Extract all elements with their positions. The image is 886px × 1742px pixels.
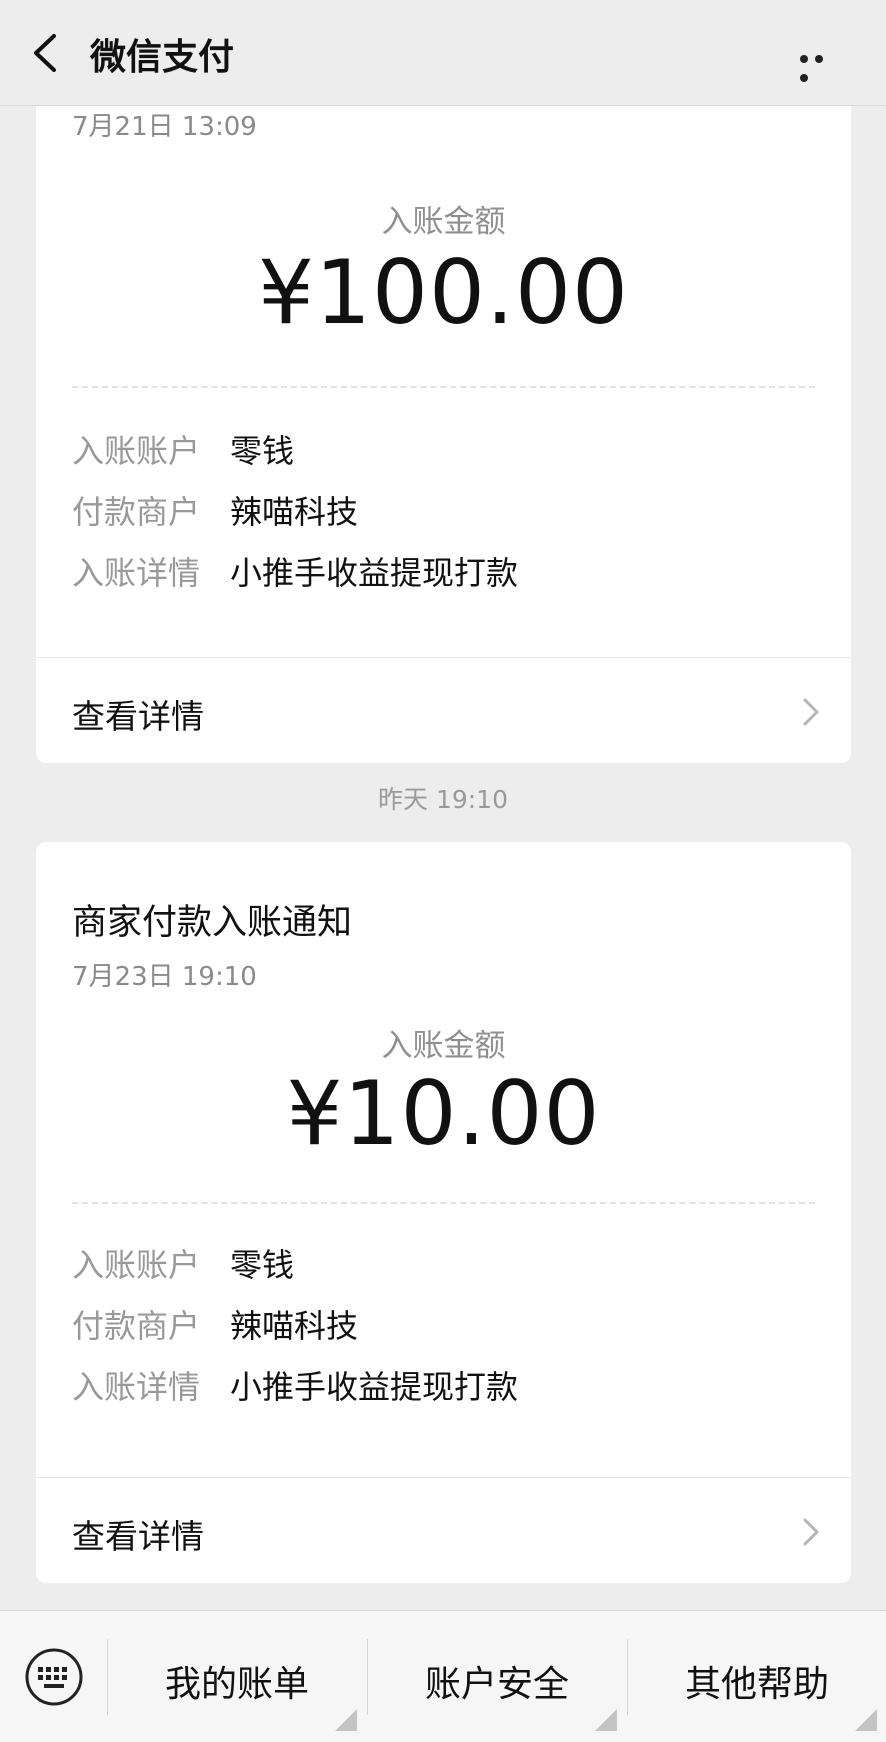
message-feed[interactable]: 7月21日 13:09 入账金额 ¥100.00 入账账户 零钱 付款商户 辣喵科技… (0, 106, 886, 1610)
submenu-indicator-icon (595, 1709, 617, 1731)
info-row: 付款商户 辣喵科技 (72, 1301, 358, 1347)
time-divider: 昨天 19:10 (378, 785, 508, 814)
view-details-link[interactable]: 查看详情 (36, 1478, 851, 1583)
submenu-indicator-icon (855, 1709, 877, 1731)
nav-bar: 微信支付 (0, 0, 886, 106)
menu-label: 我的账单 (164, 1664, 309, 1705)
view-details-label: 查看详情 (72, 697, 204, 736)
menu-label: 账户安全 (424, 1664, 569, 1705)
row-value: 零钱 (230, 1246, 295, 1284)
info-row: 入账账户 零钱 (72, 1240, 294, 1286)
chevron-right-icon (803, 698, 819, 726)
row-key: 入账详情 (72, 554, 201, 592)
row-value: 小推手收益提现打款 (230, 1368, 519, 1406)
submenu-indicator-icon (335, 1709, 357, 1731)
keyboard-icon[interactable] (24, 1647, 84, 1707)
row-value: 辣喵科技 (230, 493, 359, 531)
row-value: 辣喵科技 (230, 1307, 359, 1345)
menu-my-bills[interactable]: 我的账单 (107, 1611, 367, 1742)
view-details-link[interactable]: 查看详情 (36, 658, 851, 763)
payment-card: 商家付款入账通知 7月23日 19:10 入账金额 ¥10.00 入账账户 零钱 … (36, 842, 851, 1583)
menu-other-help[interactable]: 其他帮助 (627, 1611, 886, 1742)
info-row: 入账详情 小推手收益提现打款 (72, 548, 518, 594)
menu-label: 其他帮助 (684, 1664, 829, 1705)
back-arrow-icon[interactable] (28, 30, 62, 76)
row-key: 入账详情 (72, 1368, 201, 1406)
card-date: 7月23日 19:10 (72, 962, 257, 992)
row-value: 小推手收益提现打款 (230, 554, 519, 592)
amount-label: 入账金额 (381, 204, 506, 240)
payment-card: 7月21日 13:09 入账金额 ¥100.00 入账账户 零钱 付款商户 辣喵科技… (36, 106, 851, 763)
row-key: 入账账户 (72, 1246, 201, 1284)
info-row: 入账账户 零钱 (72, 426, 294, 472)
amount-value: ¥100.00 (258, 241, 629, 344)
dashed-divider (72, 386, 815, 388)
info-row: 入账详情 小推手收益提现打款 (72, 1362, 518, 1408)
page-title: 微信支付 (90, 37, 235, 78)
card-date: 7月21日 13:09 (72, 112, 257, 142)
card-title: 商家付款入账通知 (72, 903, 353, 943)
chevron-right-icon (803, 1518, 819, 1546)
amount-label: 入账金额 (381, 1028, 506, 1064)
info-row: 付款商户 辣喵科技 (72, 487, 358, 533)
dashed-divider (72, 1202, 815, 1204)
view-details-label: 查看详情 (72, 1517, 204, 1556)
row-key: 付款商户 (72, 493, 201, 531)
more-dots-icon[interactable] (800, 48, 844, 82)
row-key: 入账账户 (72, 432, 201, 470)
bottom-menu-bar: 我的账单 账户安全 其他帮助 (0, 1610, 886, 1742)
row-key: 付款商户 (72, 1307, 201, 1345)
amount-value: ¥10.00 (286, 1062, 601, 1165)
menu-account-security[interactable]: 账户安全 (367, 1611, 627, 1742)
row-value: 零钱 (230, 432, 295, 470)
